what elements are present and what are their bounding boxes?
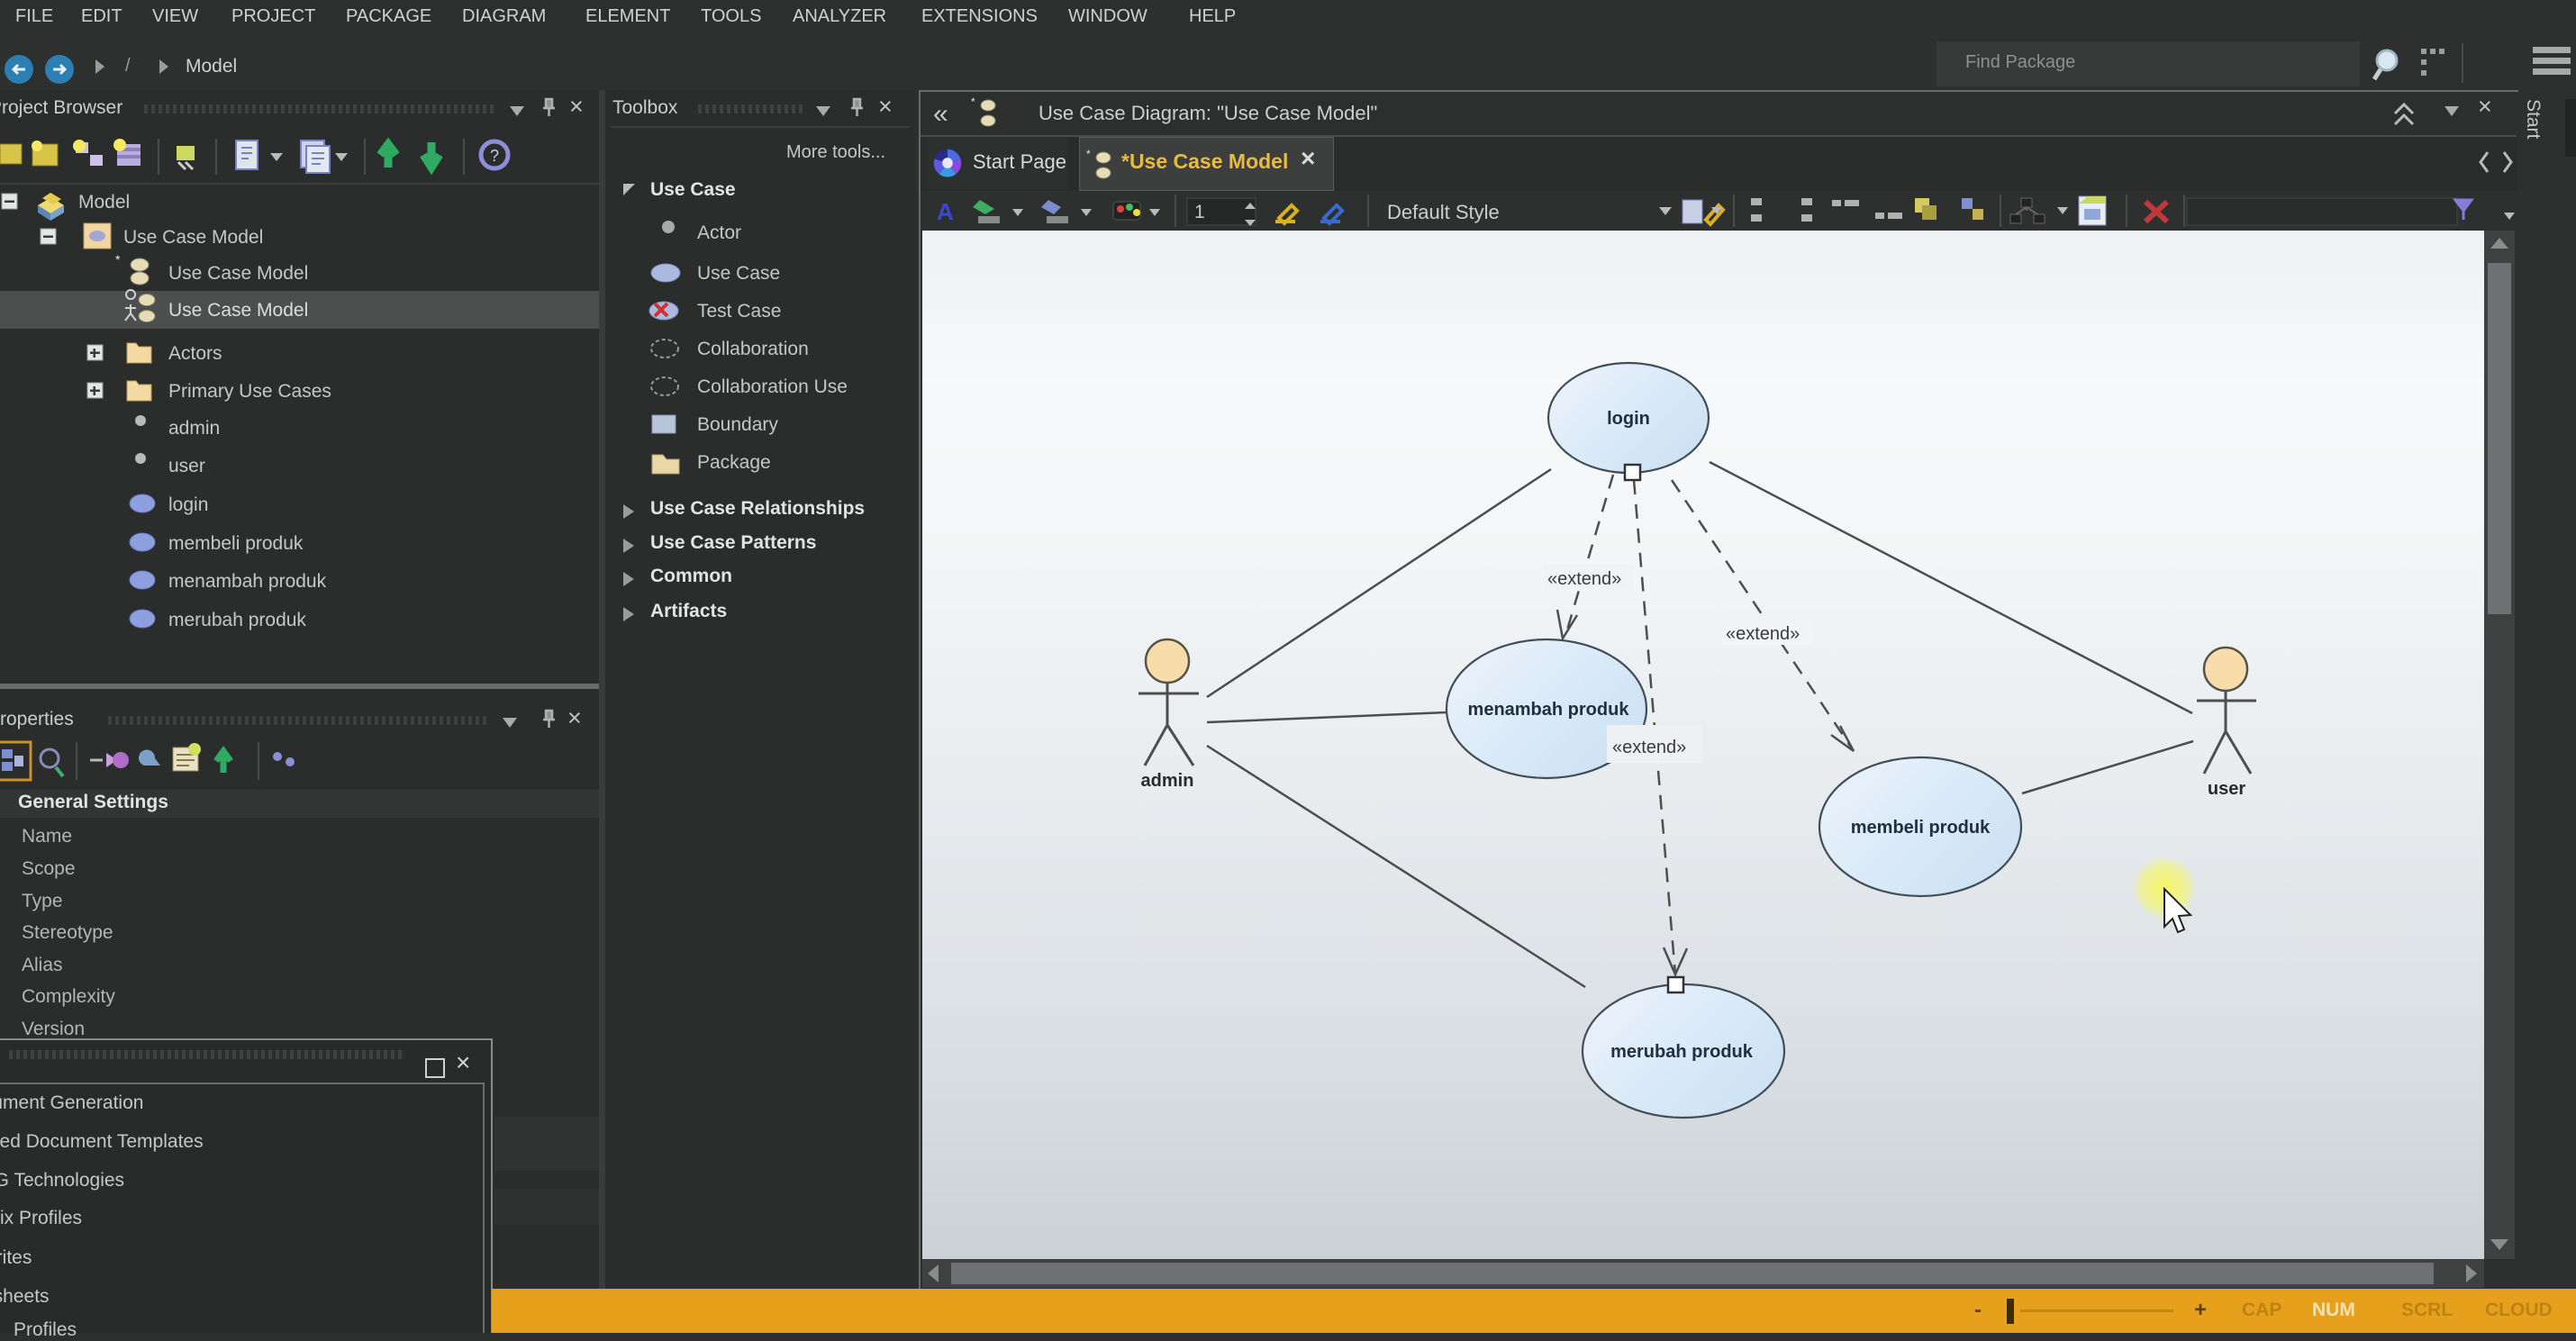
svg-text:menambah produk: menambah produk — [1468, 700, 1630, 720]
svg-text:user: user — [2208, 779, 2245, 799]
svg-text:login: login — [1607, 409, 1650, 429]
svg-text:membeli produk: membeli produk — [168, 533, 304, 554]
svg-text:Test Case: Test Case — [697, 301, 781, 322]
svg-text:«extend»: «extend» — [1612, 738, 1686, 757]
svg-text:«extend»: «extend» — [1547, 569, 1621, 589]
svg-text:admin: admin — [1141, 771, 1194, 791]
svg-text:Use Case Model: Use Case Model — [123, 227, 263, 248]
svg-text:merubah produk: merubah produk — [168, 610, 306, 630]
svg-text:login: login — [168, 494, 208, 515]
svg-text:menambah produk: menambah produk — [168, 571, 327, 592]
svg-text:*: * — [115, 252, 121, 267]
svg-text:Actor: Actor — [697, 222, 741, 243]
svg-text:Use Case: Use Case — [697, 263, 780, 284]
svg-text:*: * — [1086, 148, 1091, 160]
svg-text:Collaboration: Collaboration — [697, 339, 809, 359]
svg-text:user: user — [168, 456, 205, 476]
svg-text:1: 1 — [1194, 202, 1205, 222]
svg-text:Model: Model — [78, 192, 130, 213]
svg-text:Primary Use Cases: Primary Use Cases — [168, 381, 331, 402]
svg-text:Use Case Model: Use Case Model — [168, 300, 308, 321]
svg-text:«extend»: «extend» — [1726, 624, 1800, 644]
svg-text:merubah produk: merubah produk — [1610, 1042, 1754, 1062]
svg-text:Boundary: Boundary — [697, 414, 778, 435]
svg-text:admin: admin — [168, 418, 220, 439]
svg-text:membeli produk: membeli produk — [1851, 818, 1991, 838]
svg-text:Actors: Actors — [168, 343, 222, 364]
svg-text:Use Case Model: Use Case Model — [168, 263, 308, 284]
svg-text:*: * — [971, 95, 975, 108]
svg-text:Collaboration Use: Collaboration Use — [697, 376, 848, 397]
svg-text:Package: Package — [697, 452, 771, 473]
svg-text:Default Style: Default Style — [1387, 201, 1500, 223]
svg-text:A: A — [937, 198, 954, 225]
svg-text:?: ? — [490, 147, 499, 165]
